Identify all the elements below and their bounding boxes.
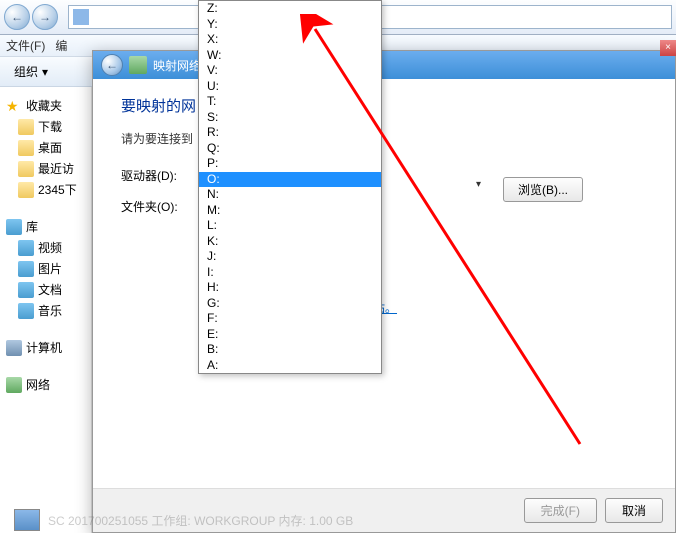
forward-button[interactable]: → bbox=[32, 4, 58, 30]
sidebar-network-label: 网络 bbox=[26, 376, 50, 393]
location-icon bbox=[73, 9, 89, 25]
sidebar-favorites-label: 收藏夹 bbox=[26, 97, 62, 114]
drive-option-z[interactable]: Z: bbox=[199, 1, 381, 17]
drive-option-i[interactable]: I: bbox=[199, 265, 381, 281]
drive-option-r[interactable]: R: bbox=[199, 125, 381, 141]
drive-option-k[interactable]: K: bbox=[199, 234, 381, 250]
drive-option-v[interactable]: V: bbox=[199, 63, 381, 79]
sidebar-libraries[interactable]: 库 bbox=[0, 216, 91, 237]
drive-option-l[interactable]: L: bbox=[199, 218, 381, 234]
organize-button[interactable]: 组织 ▾ bbox=[8, 61, 54, 82]
sidebar-item-music[interactable]: 音乐 bbox=[0, 300, 91, 321]
drive-letter-dropdown[interactable]: Z:Y:X:W:V:U:T:S:R:Q:P:O:N:M:L:K:J:I:H:G:… bbox=[198, 0, 382, 374]
file-menu[interactable]: 文件(F) bbox=[6, 37, 45, 54]
drive-label: 驱动器(D): bbox=[121, 167, 196, 184]
folder-icon bbox=[18, 140, 34, 156]
sidebar-item-desktop[interactable]: 桌面 bbox=[0, 137, 91, 158]
dialog-back-button[interactable]: ← bbox=[101, 54, 123, 76]
sidebar-libraries-label: 库 bbox=[26, 218, 38, 235]
drive-option-n[interactable]: N: bbox=[199, 187, 381, 203]
drive-option-q[interactable]: Q: bbox=[199, 141, 381, 157]
drive-option-w[interactable]: W: bbox=[199, 48, 381, 64]
drive-option-b[interactable]: B: bbox=[199, 342, 381, 358]
sidebar-network[interactable]: 网络 bbox=[0, 374, 91, 395]
dialog-titlebar: ← 映射网络 bbox=[93, 51, 675, 79]
drive-option-t[interactable]: T: bbox=[199, 94, 381, 110]
drive-option-m[interactable]: M: bbox=[199, 203, 381, 219]
back-button[interactable]: ← bbox=[4, 4, 30, 30]
sidebar-item-videos[interactable]: 视频 bbox=[0, 237, 91, 258]
drive-option-y[interactable]: Y: bbox=[199, 17, 381, 33]
drive-option-x[interactable]: X: bbox=[199, 32, 381, 48]
sidebar-favorites[interactable]: ★ 收藏夹 bbox=[0, 95, 91, 116]
dialog-body: 要映射的网 请为要连接到 驱动器(D): 文件夹(O): ▾ 浏览(B)... … bbox=[93, 79, 675, 488]
drive-option-u[interactable]: U: bbox=[199, 79, 381, 95]
sidebar-item-downloads[interactable]: 下载 bbox=[0, 116, 91, 137]
folder-icon bbox=[18, 119, 34, 135]
drive-option-e[interactable]: E: bbox=[199, 327, 381, 343]
sidebar-item-2345[interactable]: 2345下 bbox=[0, 179, 91, 200]
organize-label: 组织 bbox=[14, 63, 38, 80]
back-arrow-icon: ← bbox=[11, 10, 23, 24]
sidebar-item-pictures[interactable]: 图片 bbox=[0, 258, 91, 279]
status-bar: SC 201700251055 工作组: WORKGROUP 内存: 1.00 … bbox=[14, 509, 353, 531]
cancel-button[interactable]: 取消 bbox=[605, 498, 663, 523]
drive-option-h[interactable]: H: bbox=[199, 280, 381, 296]
folder-label: 文件夹(O): bbox=[121, 198, 196, 215]
drive-option-p[interactable]: P: bbox=[199, 156, 381, 172]
sidebar-item-documents[interactable]: 文档 bbox=[0, 279, 91, 300]
monitor-icon bbox=[14, 509, 40, 531]
navigation-sidebar: ★ 收藏夹 下载 桌面 最近访 2345下 库 视频 图片 文档 音乐 计算机 bbox=[0, 87, 92, 533]
browse-button[interactable]: 浏览(B)... bbox=[503, 177, 583, 202]
forward-arrow-icon: → bbox=[39, 10, 51, 24]
computer-icon bbox=[6, 340, 22, 356]
drive-option-a[interactable]: A: bbox=[199, 358, 381, 374]
dialog-title: 映射网络 bbox=[153, 57, 201, 74]
back-arrow-icon: ← bbox=[106, 58, 118, 72]
video-icon bbox=[18, 240, 34, 256]
folder-icon bbox=[18, 182, 34, 198]
sidebar-computer-label: 计算机 bbox=[26, 339, 62, 356]
drive-option-j[interactable]: J: bbox=[199, 249, 381, 265]
document-icon bbox=[18, 282, 34, 298]
picture-icon bbox=[18, 261, 34, 277]
library-icon bbox=[6, 219, 22, 235]
music-icon bbox=[18, 303, 34, 319]
finish-button[interactable]: 完成(F) bbox=[524, 498, 597, 523]
map-network-drive-dialog: ← 映射网络 要映射的网 请为要连接到 驱动器(D): 文件夹(O): ▾ 浏览… bbox=[92, 50, 676, 533]
folder-dropdown-arrow-icon[interactable]: ▾ bbox=[476, 179, 481, 190]
folder-icon bbox=[18, 161, 34, 177]
network-drive-icon bbox=[129, 56, 147, 74]
drive-option-o[interactable]: O: bbox=[199, 172, 381, 188]
chevron-down-icon: ▾ bbox=[42, 65, 48, 79]
close-icon[interactable]: × bbox=[660, 40, 676, 56]
drive-option-s[interactable]: S: bbox=[199, 110, 381, 126]
edit-menu[interactable]: 编 bbox=[55, 37, 67, 54]
network-icon bbox=[6, 377, 22, 393]
drive-option-g[interactable]: G: bbox=[199, 296, 381, 312]
star-icon: ★ bbox=[6, 98, 22, 114]
status-text: SC 201700251055 工作组: WORKGROUP 内存: 1.00 … bbox=[48, 512, 353, 529]
drive-option-f[interactable]: F: bbox=[199, 311, 381, 327]
sidebar-item-recent[interactable]: 最近访 bbox=[0, 158, 91, 179]
sidebar-computer[interactable]: 计算机 bbox=[0, 337, 91, 358]
